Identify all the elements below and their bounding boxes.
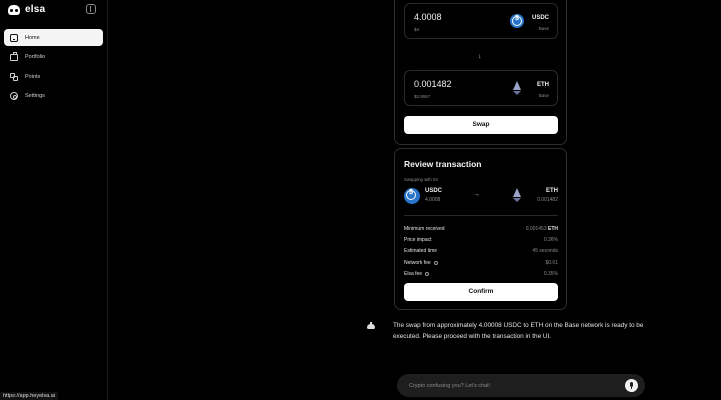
swap-from-usd: $4	[414, 27, 420, 32]
swap-to-usd: $3.9557	[414, 94, 431, 99]
home-icon	[10, 33, 18, 42]
eth-icon	[510, 188, 524, 204]
confirm-button[interactable]: Confirm	[404, 283, 558, 301]
detail-label: Minimum received	[404, 225, 445, 232]
info-icon[interactable]	[425, 272, 430, 277]
swap-from-token: USDC	[531, 15, 549, 21]
sidebar-item-label: Portfolio	[25, 54, 46, 60]
assistant-avatar-icon	[367, 322, 375, 330]
usdc-icon	[404, 188, 420, 204]
review-from-amount: 4.0008	[425, 197, 441, 203]
sidebar-item-label: Home	[25, 34, 40, 41]
detail-row-network-fee: Network fee $0.01	[404, 257, 558, 268]
detail-label: Estimated time	[404, 248, 438, 255]
arrow-right-icon: →	[473, 191, 480, 198]
review-title: Review transaction	[404, 159, 482, 169]
detail-row-minimum-received: Minimum received 0.001453 ETH	[404, 223, 558, 234]
swap-from-chain: Base	[538, 26, 549, 31]
sidebar-item-label: Settings	[25, 93, 45, 99]
swap-to-amount: 0.001482	[414, 79, 452, 89]
review-transaction-card: Review transaction Swapping with 0X USDC…	[394, 148, 567, 310]
briefcase-icon	[10, 52, 18, 61]
review-from-token: USDC	[425, 188, 443, 194]
detail-label: Elsa fee	[404, 271, 430, 277]
detail-value: 0.001453 ETH	[525, 225, 558, 232]
swap-to-token: ETH	[537, 82, 549, 88]
brand-name: elsa	[25, 4, 46, 15]
review-to-token: ETH	[546, 188, 558, 194]
detail-label: Network fee	[404, 260, 438, 266]
usdc-icon	[510, 14, 524, 28]
chat-input[interactable]	[409, 374, 609, 397]
detail-label: Price impact	[404, 237, 432, 244]
review-pair: USDC 4.0008 → ETH 0.001482	[404, 186, 558, 206]
assistant-message: The swap from approximately 4.00008 USDC…	[393, 322, 644, 340]
arrow-down-icon: ↓	[478, 53, 482, 60]
sidebar-item-settings[interactable]: Settings	[4, 88, 103, 105]
detail-value: $0.01	[545, 259, 558, 266]
sidebar-item-points[interactable]: Points	[4, 68, 103, 85]
info-icon[interactable]	[433, 260, 438, 265]
microphone-icon[interactable]	[625, 379, 638, 392]
gear-icon	[10, 92, 18, 100]
points-icon	[10, 72, 18, 81]
elsa-logo-icon	[8, 4, 20, 15]
swap-to-chain: Base	[538, 93, 549, 98]
status-bar-url: https://app.heyelsa.ai	[0, 392, 58, 400]
sidebar-item-home[interactable]: Home	[4, 29, 103, 46]
swap-button[interactable]: Swap	[404, 116, 558, 134]
sidebar-nav: Home Portfolio Points Settings	[4, 29, 103, 107]
divider	[404, 215, 558, 216]
detail-value: 0.36%	[543, 237, 558, 244]
detail-value: 45 seconds	[532, 248, 558, 255]
detail-row-estimated-time: Estimated time 45 seconds	[404, 246, 558, 257]
swap-card: 4.0008 $4 USDC Base ↓ 0.001482 $3.9557 E…	[394, 0, 567, 145]
swap-from-amount: 4.0008	[414, 12, 442, 22]
eth-icon	[510, 81, 524, 95]
brand[interactable]: elsa	[8, 4, 45, 15]
detail-value: 0.35%	[543, 271, 558, 278]
chat-bar	[397, 374, 645, 397]
sidebar: elsa Home Portfolio Points Settings	[0, 0, 108, 400]
review-details: Minimum received 0.001453 ETH Price impa…	[404, 223, 558, 280]
review-to-amount: 0.001482	[537, 197, 558, 203]
swap-from-box[interactable]: 4.0008 $4 USDC Base	[404, 3, 558, 39]
sidebar-toggle-icon[interactable]	[86, 4, 96, 14]
detail-row-elsa-fee: Elsa fee 0.35%	[404, 269, 558, 280]
swap-to-box[interactable]: 0.001482 $3.9557 ETH Base	[404, 70, 558, 106]
sidebar-item-portfolio[interactable]: Portfolio	[4, 49, 103, 66]
sidebar-item-label: Points	[25, 73, 41, 80]
detail-row-price-impact: Price impact 0.36%	[404, 234, 558, 245]
review-subtitle: Swapping with 0X	[404, 177, 439, 182]
